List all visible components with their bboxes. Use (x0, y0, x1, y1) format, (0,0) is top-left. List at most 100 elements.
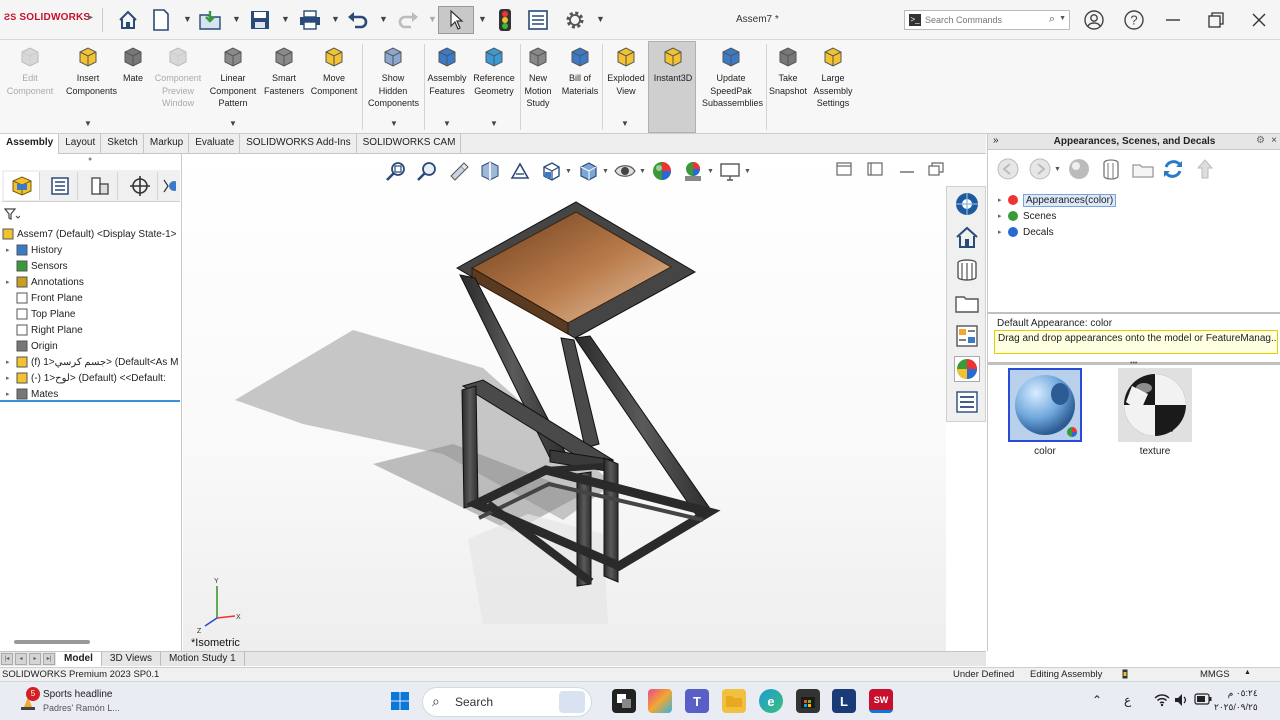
next-tab-icon[interactable]: ▸ (29, 653, 41, 665)
chevron-down-icon[interactable]: ▼ (379, 14, 388, 24)
restore-icon[interactable] (1203, 8, 1229, 32)
chevron-down-icon[interactable]: ▼ (1054, 166, 1061, 173)
tree-item[interactable]: Right Plane (6, 322, 83, 338)
forward-icon[interactable] (1028, 157, 1052, 181)
file-explorer-icon[interactable] (954, 257, 980, 283)
linear-pattern-button[interactable]: Linear Component Pattern (206, 44, 260, 110)
smart-fasteners-button[interactable]: Smart Fasteners (262, 44, 306, 97)
search-icon[interactable]: ⌕ (1049, 13, 1055, 26)
task-view-icon[interactable] (612, 689, 636, 713)
speedpak-button[interactable]: Update SpeedPak Subassemblies (702, 44, 763, 110)
exploded-view-button[interactable]: Exploded View (604, 44, 648, 97)
chevron-down-icon[interactable]: ▼ (1059, 15, 1066, 22)
mate-button[interactable]: Mate (116, 44, 150, 85)
view-palette-icon[interactable] (954, 290, 980, 316)
appearance-tree-item[interactable]: ▸ Decals (998, 224, 1268, 240)
windows-start-icon[interactable] (388, 689, 412, 713)
expand-icon[interactable]: ▸ (998, 196, 1007, 204)
tab-assembly[interactable]: Assembly (0, 134, 60, 154)
design-library-icon[interactable] (954, 224, 980, 250)
tree-item[interactable]: Assem7 (Default) <Display State-1> (2, 226, 177, 242)
chevron-up-icon[interactable]: ⌃ (1092, 693, 1102, 707)
home-icon[interactable] (114, 6, 142, 34)
close-icon[interactable] (1246, 8, 1272, 32)
menu-arrow-icon[interactable]: ▸ (88, 12, 93, 23)
rebuild-icon[interactable] (494, 6, 516, 34)
chevron-down-icon[interactable]: ▼ (232, 14, 241, 24)
tree-item[interactable]: Front Plane (6, 290, 83, 306)
preview-window-button[interactable]: Component Preview Window (152, 44, 204, 110)
chevron-down-icon[interactable]: ▼ (84, 119, 92, 128)
add-to-library-icon[interactable] (1099, 157, 1123, 181)
tree-item[interactable]: ▸ (-) لوح<1> (Default) <<Default: (6, 370, 166, 386)
add-folder-icon[interactable] (1131, 157, 1155, 181)
show-hidden-button[interactable]: Show Hidden Components (368, 44, 419, 110)
solidworks-resources-icon[interactable] (954, 191, 980, 217)
rollback-bar[interactable] (0, 400, 180, 402)
expand-icon[interactable]: ▸ (6, 358, 16, 366)
new-document-icon[interactable] (148, 6, 174, 34)
expand-icon[interactable]: ▸ (6, 278, 16, 286)
chevron-down-icon[interactable]: ▼ (183, 14, 192, 24)
edit-component-button[interactable]: Edit Component (6, 44, 54, 97)
bom-button[interactable]: Bill of Materials (558, 44, 602, 97)
configuration-manager-tab-icon[interactable] (82, 172, 118, 200)
tree-item[interactable]: Origin (6, 338, 58, 354)
up-icon[interactable] (1193, 157, 1217, 181)
chevron-down-icon[interactable]: ▼ (331, 14, 340, 24)
chevron-down-icon[interactable]: ▼ (428, 14, 437, 24)
chevron-down-icon[interactable]: ▼ (443, 119, 451, 128)
solidworks-logo[interactable]: ƧS SOLIDWORKS (4, 12, 90, 23)
edge-icon[interactable]: e (759, 689, 783, 713)
tab-sketch[interactable]: Sketch (101, 134, 144, 154)
motion-study-button[interactable]: New Motion Study (520, 44, 556, 110)
chair-model[interactable]: Y X Z (183, 154, 946, 651)
solidworks-taskbar-icon[interactable]: SW (869, 689, 893, 713)
last-tab-icon[interactable]: ▸| (43, 653, 55, 665)
user-account-icon[interactable] (1081, 8, 1107, 32)
custom-properties-icon[interactable] (954, 323, 980, 349)
instant3d-button[interactable]: Instant3D (650, 44, 696, 85)
collapse-icon[interactable]: » (993, 135, 999, 146)
back-icon[interactable] (996, 157, 1020, 181)
teams-icon[interactable]: T (685, 689, 709, 713)
dimxpert-tab-icon[interactable] (122, 172, 158, 200)
refresh-icon[interactable] (1161, 157, 1185, 181)
tab-cam[interactable]: SOLIDWORKS CAM (357, 134, 462, 154)
chevron-up-icon[interactable]: ▲ (1244, 669, 1251, 676)
feature-manager-tab-icon[interactable] (4, 172, 40, 200)
options-gear-icon[interactable] (560, 6, 590, 34)
appearance-tree-item[interactable]: ▸ Appearances(color) (998, 192, 1268, 208)
redo-icon[interactable] (394, 6, 422, 34)
display-manager-tab-icon[interactable] (160, 172, 178, 200)
close-icon[interactable]: × (1271, 135, 1277, 146)
tree-item[interactable]: ▸ (f) جسم كرسي<1> (Default<As M (6, 354, 178, 370)
chevron-down-icon[interactable]: ▼ (596, 14, 605, 24)
tab-evaluate[interactable]: Evaluate (189, 134, 241, 154)
chevron-down-icon[interactable]: ▼ (229, 119, 237, 128)
graphics-area[interactable]: ▼ ▼ ▼ ▼ ▼ Y X Z *Isometric (183, 154, 946, 651)
chevron-down-icon[interactable]: ▼ (621, 119, 629, 128)
chevron-down-icon[interactable]: ▼ (478, 14, 487, 24)
filter-icon[interactable] (3, 208, 21, 223)
print-icon[interactable] (296, 6, 324, 34)
tree-item[interactable]: Top Plane (6, 306, 75, 322)
tab-markup[interactable]: Markup (144, 134, 190, 154)
search-commands-input[interactable]: >_ Search Commands ⌕ ▼ (904, 10, 1070, 30)
custom-list-icon[interactable] (954, 389, 980, 415)
first-tab-icon[interactable]: |◂ (1, 653, 13, 665)
tab-3d-views[interactable]: 3D Views (102, 652, 161, 666)
system-clock[interactable]: ٠٥:٢٤ م ٢٠٢٥/٠٩/٢٥ (1214, 686, 1258, 714)
large-assembly-button[interactable]: Large Assembly Settings (810, 44, 856, 110)
color-appearance-thumbnail[interactable] (1008, 368, 1082, 442)
property-manager-tab-icon[interactable] (42, 172, 78, 200)
volume-icon[interactable] (1174, 693, 1190, 710)
input-language[interactable]: ع (1124, 693, 1131, 707)
tree-item[interactable]: Sensors (6, 258, 68, 274)
expand-icon[interactable]: ▸ (998, 228, 1007, 236)
expand-icon[interactable]: ▸ (998, 212, 1007, 220)
store-icon[interactable] (796, 689, 820, 713)
wifi-icon[interactable] (1154, 693, 1170, 710)
units-selector[interactable]: MMGS (1200, 669, 1230, 680)
undo-icon[interactable] (344, 6, 372, 34)
